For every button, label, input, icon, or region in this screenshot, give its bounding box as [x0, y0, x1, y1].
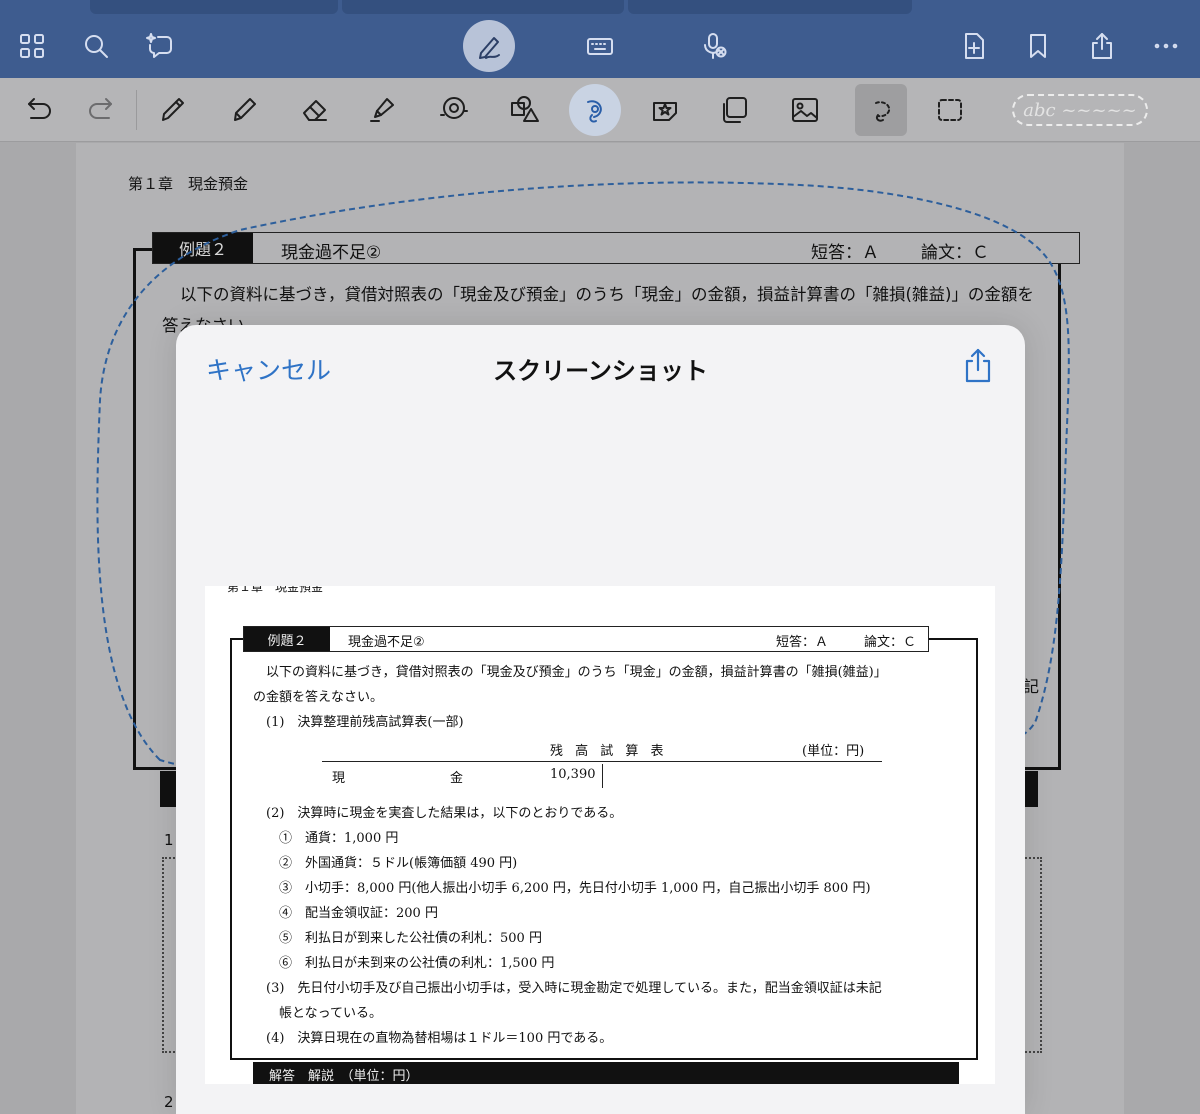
lasso-tool-icon[interactable]: [569, 84, 621, 136]
account-value: 10,390: [550, 767, 596, 782]
screenshot-sheet: キャンセル スクリーンショット 第１章 現金預金 例題２ 現金過不足② 短答：Ａ…: [176, 325, 1025, 1114]
preview-example-title: 現金過不足②: [348, 635, 425, 650]
item-number: 1: [164, 831, 174, 849]
preview-text-line: (4) 決算日現在の直物為替相場は１ドル＝100 円である。: [253, 1031, 613, 1046]
text-tool[interactable]: abc ~~~~~: [1012, 94, 1148, 126]
add-page-icon[interactable]: [952, 24, 996, 68]
preview-header: 例題２ 現金過不足② 短答：Ａ 論文：Ｃ: [243, 626, 929, 652]
pen-icon[interactable]: [218, 84, 270, 136]
preview-text-line: (1) 決算整理前残高試算表(一部): [253, 715, 464, 730]
preview-answer-bar: 解答 解説 （単位：円）: [253, 1062, 959, 1084]
search-icon[interactable]: [74, 24, 118, 68]
shapes-icon[interactable]: [498, 84, 550, 136]
example-title: 現金過不足②: [281, 243, 382, 263]
preview-text-line: 帳となっている。: [253, 1006, 382, 1021]
preview-rank-short: 短答：Ａ: [776, 635, 829, 650]
keyboard-icon[interactable]: [578, 24, 622, 68]
share-button[interactable]: [958, 345, 998, 387]
preview-chapter: 第１章 現金預金: [227, 586, 324, 594]
share-icon[interactable]: [1080, 24, 1124, 68]
trial-balance-caption: 残 高 試 算 表: [550, 744, 668, 759]
account-name-char: 現: [332, 771, 346, 786]
sticker-icon[interactable]: [639, 84, 691, 136]
tab[interactable]: [342, 0, 624, 14]
preview-text-line: (3) 先日付小切手及び自己振出小切手は，受入時に現金勘定で処理している。また，…: [253, 981, 882, 996]
trial-balance-unit: (単位：円): [802, 744, 865, 759]
chapter-heading: 第１章 現金預金: [128, 175, 249, 193]
preview-text-line: ⑤ 利払日が到来した公社債の利札：500 円: [253, 931, 542, 946]
screenshot-preview: 第１章 現金預金 例題２ 現金過不足② 短答：Ａ 論文：Ｃ 以下の資料に基づき，…: [205, 586, 995, 1084]
column-divider: [602, 764, 603, 788]
more-icon[interactable]: [1144, 24, 1188, 68]
preview-text-line: の金額を答えなさい。: [253, 690, 384, 705]
preview-text-line: ③ 小切手：8,000 円(他人振出小切手 6,200 円，先日付小切手 1,0…: [253, 881, 871, 896]
eraser-icon[interactable]: [289, 84, 341, 136]
preview-text-line: 以下の資料に基づき，貸借対照表の「現金及び預金」のうち「現金」の金額，損益計算書…: [253, 665, 887, 680]
divider: [136, 90, 137, 130]
sheet-title: スクリーンショット: [493, 357, 708, 385]
tab[interactable]: [90, 0, 338, 14]
tab-strip: [0, 0, 1200, 14]
mic-off-icon[interactable]: [692, 24, 736, 68]
preview-text-line: ① 通貨：1,000 円: [253, 831, 399, 846]
bookmark-icon[interactable]: [1016, 24, 1060, 68]
item-number: 2: [164, 1093, 174, 1111]
preview-example-label: 例題２: [244, 627, 330, 651]
preview-text-line: (2) 決算時に現金を実査した結果は，以下のとおりである。: [253, 806, 623, 821]
preview-text-line: ⑥ 利払日が未到来の公社債の利札：1,500 円: [253, 956, 555, 971]
pencil-icon[interactable]: [146, 84, 198, 136]
highlighter-icon[interactable]: [356, 84, 408, 136]
table-row: 現 金 10,390: [322, 762, 882, 788]
example-label: 例題２: [153, 233, 253, 263]
tool-bar: abc ~~~~~: [0, 78, 1200, 142]
body-text-fragment: 記: [1023, 677, 1040, 696]
example-header: 例題２ 現金過不足② 短答：Ａ 論文：Ｃ: [152, 232, 1080, 264]
ai-chat-icon[interactable]: [138, 24, 182, 68]
trial-balance-header: 残 高 試 算 表 (単位：円): [322, 736, 882, 762]
redo-icon[interactable]: [76, 84, 128, 136]
preview-text-line: ② 外国通貨：５ドル(帳簿価額 490 円): [253, 856, 518, 871]
undo-icon[interactable]: [12, 84, 64, 136]
app-bar: [0, 14, 1200, 78]
lasso-select-icon[interactable]: [855, 84, 907, 136]
rank-essay: 論文：Ｃ: [921, 243, 989, 263]
grid-icon[interactable]: [10, 24, 54, 68]
note-icon[interactable]: [709, 84, 761, 136]
rect-select-icon[interactable]: [924, 84, 976, 136]
image-icon[interactable]: [779, 84, 831, 136]
pen-mode-icon[interactable]: [463, 20, 515, 72]
share-icon: [965, 348, 991, 383]
tape-icon[interactable]: [428, 84, 480, 136]
preview-rank-essay: 論文：Ｃ: [864, 635, 917, 650]
preview-text-line: ④ 配当金領収証：200 円: [253, 906, 438, 921]
tab[interactable]: [628, 0, 912, 14]
rank-short: 短答：Ａ: [811, 243, 879, 263]
account-name-char: 金: [450, 771, 464, 786]
